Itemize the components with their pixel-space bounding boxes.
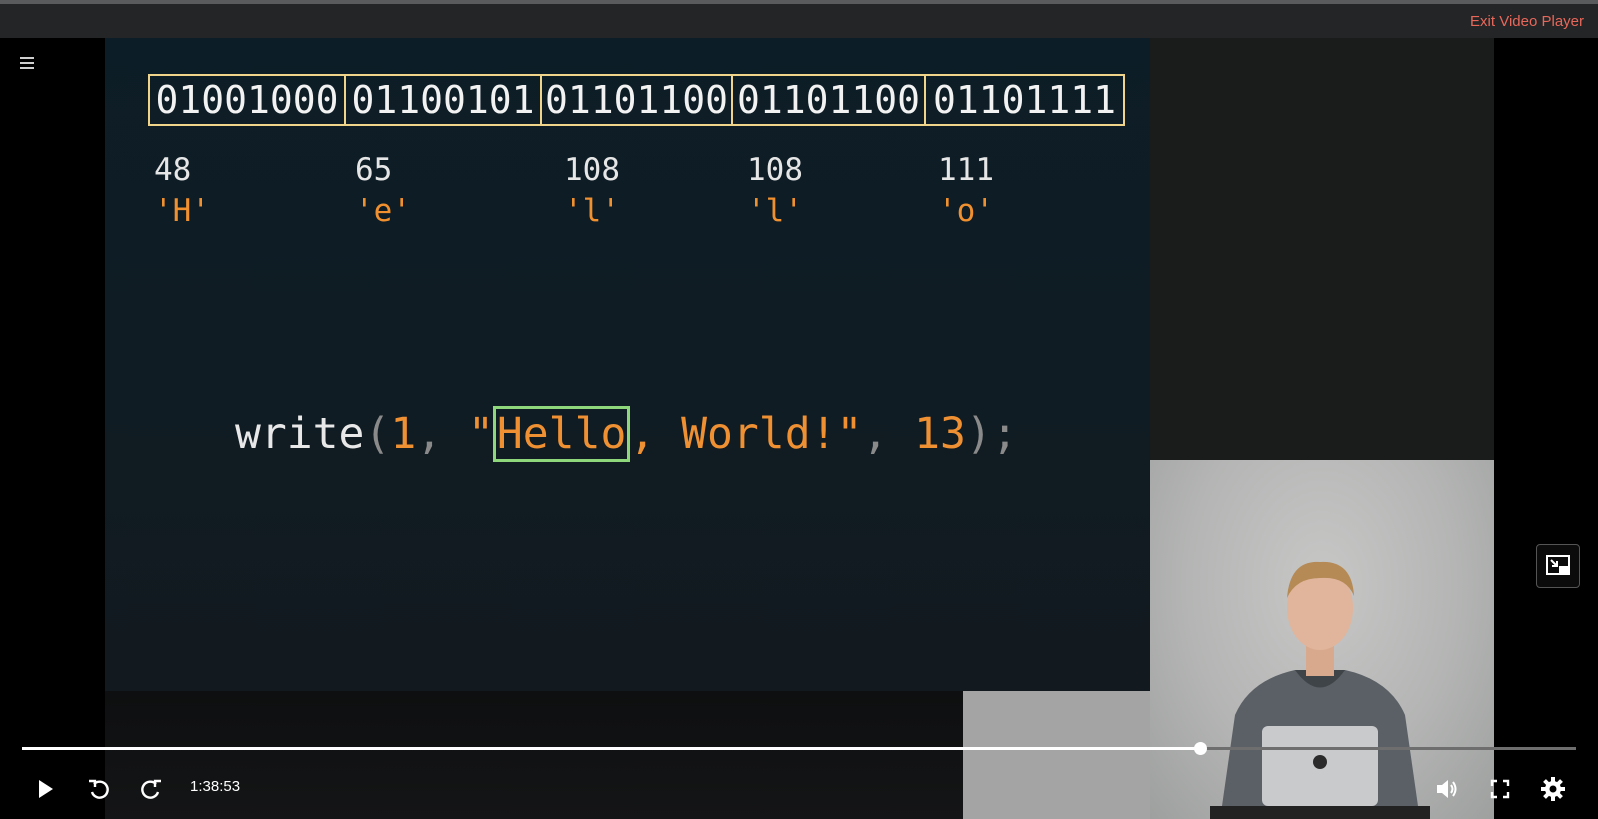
byte-box: 01101111: [926, 74, 1125, 126]
progress-bar[interactable]: [22, 742, 1576, 755]
decimal-value: 108: [564, 152, 620, 188]
char-value: 'l': [747, 193, 803, 229]
settings-icon: [1541, 777, 1565, 801]
picture-in-picture-icon: [1546, 555, 1570, 575]
fullscreen-button[interactable]: [1487, 776, 1513, 802]
forward-icon: [141, 779, 161, 799]
webcam-background: [963, 691, 1150, 819]
char-value: 'l': [564, 193, 620, 229]
decimal-value: 65: [355, 152, 393, 188]
byte-box: 01100101: [346, 74, 542, 126]
top-bar: Exit Video Player: [0, 0, 1598, 38]
fullscreen-icon: [1490, 779, 1510, 799]
exit-video-player-link[interactable]: Exit Video Player: [1470, 13, 1584, 30]
code-string-rest: , World!": [629, 409, 863, 459]
progress-handle[interactable]: [1194, 742, 1207, 755]
byte-box: 01101100: [542, 74, 733, 126]
code-arg-length: 13: [914, 409, 966, 459]
code-close: );: [965, 409, 1018, 459]
char-value: 'e': [355, 193, 411, 229]
char-value: 'H': [154, 193, 210, 229]
presenter-figure: [1210, 561, 1430, 819]
play-icon: [39, 780, 53, 798]
picture-in-picture-button[interactable]: [1536, 544, 1580, 588]
volume-button[interactable]: [1434, 776, 1460, 802]
progress-fill: [22, 747, 1200, 750]
forward-button[interactable]: [138, 776, 164, 802]
code-function: write: [235, 409, 365, 459]
code-paren: (: [364, 409, 391, 459]
hello-highlight-box: Hello: [492, 406, 631, 462]
lower-strip: [105, 691, 963, 819]
code-quote: ": [468, 409, 494, 459]
char-value: 'o': [938, 193, 994, 229]
code-line: write(1, "Hello, World!", 13);: [235, 406, 1018, 462]
slide-side-panel: [1150, 38, 1494, 460]
presenter-webcam: [1150, 460, 1494, 819]
decimal-value: 108: [747, 152, 803, 188]
volume-icon: [1437, 780, 1457, 798]
play-button[interactable]: [32, 776, 58, 802]
lecture-slide: [105, 38, 1150, 691]
rewind-button[interactable]: [86, 776, 112, 802]
byte-box: 01101100: [733, 74, 926, 126]
rewind-icon: [89, 779, 109, 799]
decimal-value: 111: [938, 152, 994, 188]
decimal-value: 48: [154, 152, 192, 188]
code-arg-fd: 1: [390, 409, 417, 459]
code-comma: ,: [862, 409, 915, 459]
settings-button[interactable]: [1540, 776, 1566, 802]
code-comma: ,: [416, 409, 469, 459]
byte-box: 01001000: [148, 74, 346, 126]
elapsed-time: 1:38:53: [190, 778, 241, 795]
binary-row: 01001000 01100101 01101100 01101100 0110…: [148, 74, 1125, 126]
menu-icon[interactable]: [20, 57, 34, 69]
